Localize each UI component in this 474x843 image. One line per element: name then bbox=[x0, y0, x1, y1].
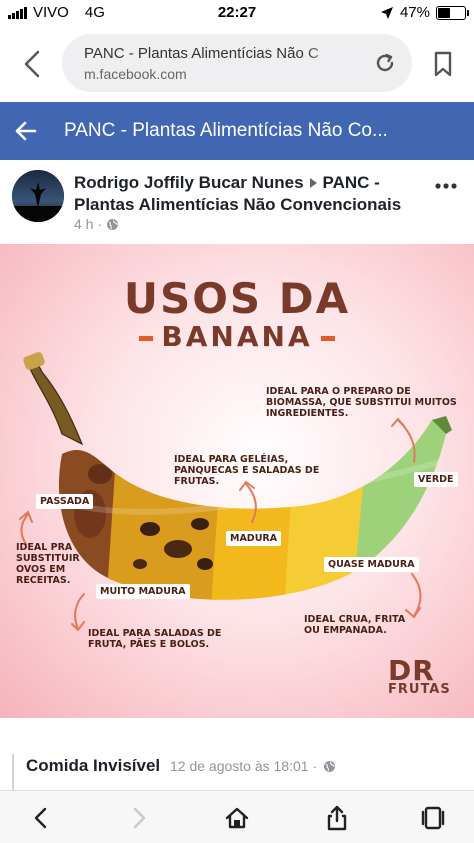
segment-verde bbox=[350, 420, 446, 600]
comment-author[interactable]: Comida Invisível bbox=[26, 756, 160, 776]
post-meta: 4 h · bbox=[74, 216, 119, 232]
brand-logo: DR FRUTAS bbox=[388, 654, 468, 697]
browser-bar: PANC - Plantas Alimentícias Não C m.face… bbox=[0, 26, 474, 102]
brand-logo-dr: DR bbox=[388, 654, 435, 687]
tabs-icon[interactable] bbox=[418, 803, 448, 833]
shared-to-arrow-icon bbox=[309, 177, 317, 188]
stage-tag-quase-madura: QUASE MADURA bbox=[324, 557, 419, 572]
status-right: 47% bbox=[380, 4, 469, 21]
comment-preview: Comida Invisível 12 de agosto às 18:01 · bbox=[0, 740, 474, 790]
use-label-passada: IDEAL PRA SUBSTITUIR OVOS EM RECEITAS. bbox=[16, 542, 80, 586]
use-label-verde: IDEAL PARA O PREPARO DE BIOMASSA, QUE SU… bbox=[266, 386, 457, 419]
post-header: Rodrigo Joffily Bucar Nunes PANC - Planta… bbox=[0, 160, 474, 244]
banana-stem-tip bbox=[23, 352, 45, 370]
battery-percent: 47% bbox=[399, 4, 430, 21]
use-label-muito-madura: IDEAL PARA SALADAS DE FRUTA, PÃES E BOLO… bbox=[88, 628, 222, 650]
comment-meta: 12 de agosto às 18:01 · bbox=[170, 758, 336, 774]
reload-icon[interactable] bbox=[374, 52, 396, 74]
banana-stem bbox=[27, 360, 84, 446]
home-icon[interactable] bbox=[222, 803, 252, 833]
forward-icon[interactable] bbox=[124, 803, 154, 833]
bookmark-icon[interactable] bbox=[432, 50, 454, 78]
status-bar: VIVO 4G 22:27 47% bbox=[0, 0, 474, 26]
author-avatar[interactable] bbox=[12, 170, 64, 222]
back-icon[interactable] bbox=[26, 803, 56, 833]
comment-indent-bar bbox=[12, 754, 14, 790]
use-label-madura: IDEAL PARA GELÉIAS, PANQUECAS E SALADAS … bbox=[174, 454, 320, 487]
address-bar[interactable]: PANC - Plantas Alimentícias Não C m.face… bbox=[62, 34, 412, 92]
address-domain: m.facebook.com bbox=[84, 66, 187, 82]
browser-back-icon[interactable] bbox=[18, 48, 46, 80]
globe-icon bbox=[107, 218, 119, 230]
stage-tag-verde: VERDE bbox=[414, 472, 458, 487]
stage-tag-passada: PASSADA bbox=[36, 494, 94, 509]
group-header-title[interactable]: PANC - Plantas Alimentícias Não Co... bbox=[64, 120, 388, 142]
use-label-quase-madura: IDEAL CRUA, FRITA OU EMPANADA. bbox=[304, 614, 406, 636]
stage-tag-madura: MADURA bbox=[226, 531, 282, 546]
fb-back-arrow-icon[interactable] bbox=[14, 119, 38, 143]
comment-globe-icon bbox=[324, 760, 336, 772]
location-icon bbox=[380, 6, 393, 19]
address-page-title: PANC - Plantas Alimentícias Não C bbox=[84, 45, 319, 62]
post-image-infographic[interactable]: USOS DA BANANA PASSADA MUITO MADURA MADU… bbox=[0, 244, 474, 718]
battery-icon bbox=[436, 5, 469, 20]
browser-toolbar bbox=[0, 790, 474, 843]
post-time[interactable]: 4 h · bbox=[74, 216, 102, 232]
more-options-icon[interactable] bbox=[434, 182, 458, 190]
brand-logo-frutas: FRUTAS bbox=[388, 682, 451, 697]
post-author-name[interactable]: Rodrigo Joffily Bucar Nunes bbox=[74, 173, 304, 192]
facebook-header: PANC - Plantas Alimentícias Não Co... bbox=[0, 102, 474, 160]
comment-date[interactable]: 12 de agosto às 18:01 · bbox=[170, 758, 317, 774]
stage-tag-muito-madura: MUITO MADURA bbox=[96, 584, 190, 599]
post-author-line: Rodrigo Joffily Bucar Nunes PANC - Planta… bbox=[74, 172, 424, 216]
share-icon[interactable] bbox=[322, 803, 352, 833]
